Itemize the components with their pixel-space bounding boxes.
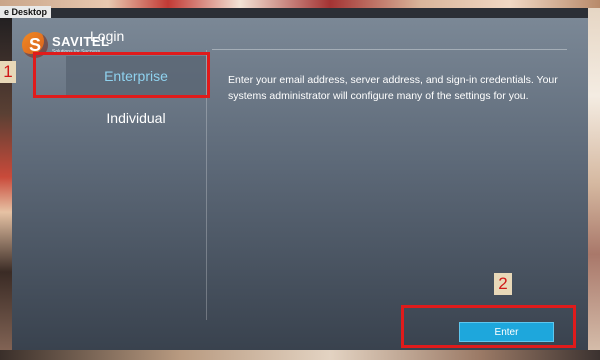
annotation-marker-2: 2 xyxy=(494,273,512,295)
background-photo-bottom xyxy=(0,350,600,360)
annotation-marker-1: 1 xyxy=(0,61,16,83)
header-divider xyxy=(212,49,567,50)
annotation-highlight-1 xyxy=(33,52,210,98)
page-title: Login xyxy=(90,28,125,44)
background-photo-right xyxy=(588,8,600,360)
window-title: e Desktop xyxy=(0,6,52,18)
nav-item-individual[interactable]: Individual xyxy=(66,98,206,138)
screen: e Desktop S SAVITEL Solutions for Succes… xyxy=(0,0,600,360)
instructions-text: Enter your email address, server address… xyxy=(228,74,558,102)
background-photo xyxy=(0,0,600,8)
annotation-highlight-2 xyxy=(401,305,576,348)
